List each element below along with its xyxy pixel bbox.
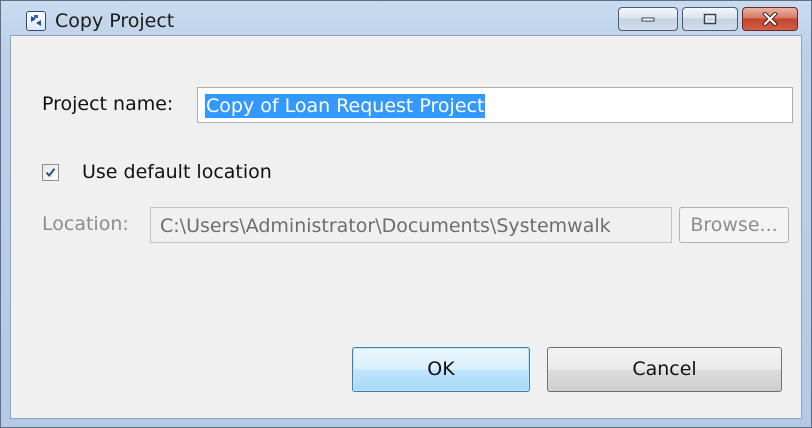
location-value: C:\Users\Administrator\Documents\Systemw… (160, 215, 611, 237)
minimize-icon (641, 17, 655, 22)
window-title: Copy Project (55, 10, 175, 32)
ok-button[interactable]: OK (352, 347, 530, 392)
app-icon[interactable] (26, 11, 46, 31)
close-button[interactable] (742, 7, 798, 31)
location-input[interactable]: C:\Users\Administrator\Documents\Systemw… (150, 207, 672, 243)
maximize-icon (703, 13, 717, 25)
title-bar[interactable]: Copy Project (1, 1, 811, 35)
use-default-location-checkbox[interactable] (42, 164, 59, 181)
project-name-label: Project name: (42, 93, 174, 115)
close-icon (762, 12, 778, 26)
project-name-input[interactable]: Copy of Loan Request Project (197, 87, 793, 123)
use-default-location-label[interactable]: Use default location (82, 161, 272, 183)
browse-button[interactable]: Browse... (679, 207, 789, 243)
checkmark-icon (45, 168, 56, 178)
copy-project-dialog: Copy Project Project name: Copy of Loan … (0, 0, 812, 428)
maximize-button[interactable] (682, 7, 738, 31)
cancel-button[interactable]: Cancel (547, 347, 782, 392)
minimize-button[interactable] (618, 7, 678, 31)
dialog-content: Project name: Copy of Loan Request Proje… (10, 35, 802, 419)
project-name-value: Copy of Loan Request Project (205, 94, 486, 118)
location-label: Location: (42, 213, 129, 235)
